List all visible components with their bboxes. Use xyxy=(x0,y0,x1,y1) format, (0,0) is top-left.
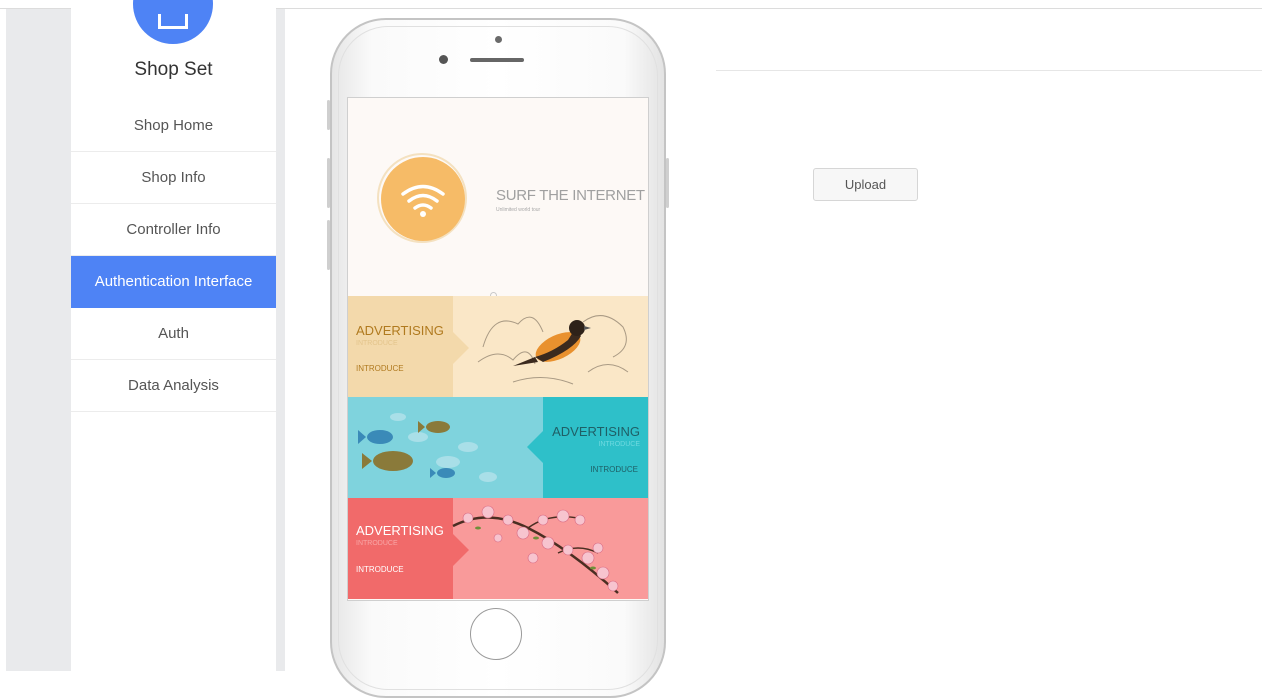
ad-title: ADVERTISING xyxy=(356,323,444,338)
cherry-blossom-illustration-icon xyxy=(452,505,619,594)
sidebar-item-controller-info[interactable]: Controller Info xyxy=(71,204,276,256)
ad-introduce-label: INTRODUCE xyxy=(356,565,404,574)
left-gutter xyxy=(0,9,71,671)
sidebar-divider xyxy=(276,9,285,671)
ad-introduce-label: INTRODUCE xyxy=(356,364,404,373)
sidebar-item-shop-home[interactable]: Shop Home xyxy=(71,100,276,152)
upload-button[interactable]: Upload xyxy=(813,168,918,201)
phone-side-button xyxy=(327,100,330,130)
preview-banner: SURF THE INTERNET Unlimited world tour xyxy=(348,98,648,299)
fish-illustration-icon xyxy=(358,413,497,482)
phone-camera-icon xyxy=(495,36,502,43)
content-divider xyxy=(716,70,1262,71)
ad-title: ADVERTISING xyxy=(552,424,640,439)
phone-home-button xyxy=(470,608,522,660)
phone-speaker-icon xyxy=(470,58,524,62)
ad-subtitle: INTRODUCE xyxy=(598,441,640,448)
bird-illustration-icon xyxy=(477,315,629,385)
phone-screen-preview: SURF THE INTERNET Unlimited world tour A… xyxy=(347,97,649,601)
ad-card-fish[interactable]: ADVERTISING INTRODUCE INTRODUCE xyxy=(348,397,648,498)
sidebar-nav: Shop Home Shop Info Controller Info Auth… xyxy=(71,100,276,412)
banner-headline: SURF THE INTERNET xyxy=(496,187,645,204)
phone-side-button xyxy=(666,158,669,208)
phone-sensor-icon xyxy=(439,55,448,64)
ad-introduce-label: INTRODUCE xyxy=(590,465,638,474)
sidebar-item-data-analysis[interactable]: Data Analysis xyxy=(71,360,276,412)
ad-subtitle: INTRODUCE xyxy=(356,540,398,547)
wifi-icon xyxy=(381,157,465,241)
phone-side-button xyxy=(327,158,330,208)
sidebar-title: Shop Set xyxy=(134,59,213,80)
sidebar-item-shop-info[interactable]: Shop Info xyxy=(71,152,276,204)
ad-title: ADVERTISING xyxy=(356,523,444,538)
ad-subtitle: INTRODUCE xyxy=(356,340,398,347)
ad-card-bird[interactable]: ADVERTISING INTRODUCE INTRODUCE xyxy=(348,296,648,397)
sidebar-item-authentication-interface[interactable]: Authentication Interface xyxy=(71,256,276,308)
phone-side-button xyxy=(327,220,330,270)
banner-subline: Unlimited world tour xyxy=(496,207,541,213)
ad-card-cherry-blossom[interactable]: ADVERTISING INTRODUCE INTRODUCE xyxy=(348,498,648,599)
sidebar-item-auth[interactable]: Auth xyxy=(71,308,276,360)
